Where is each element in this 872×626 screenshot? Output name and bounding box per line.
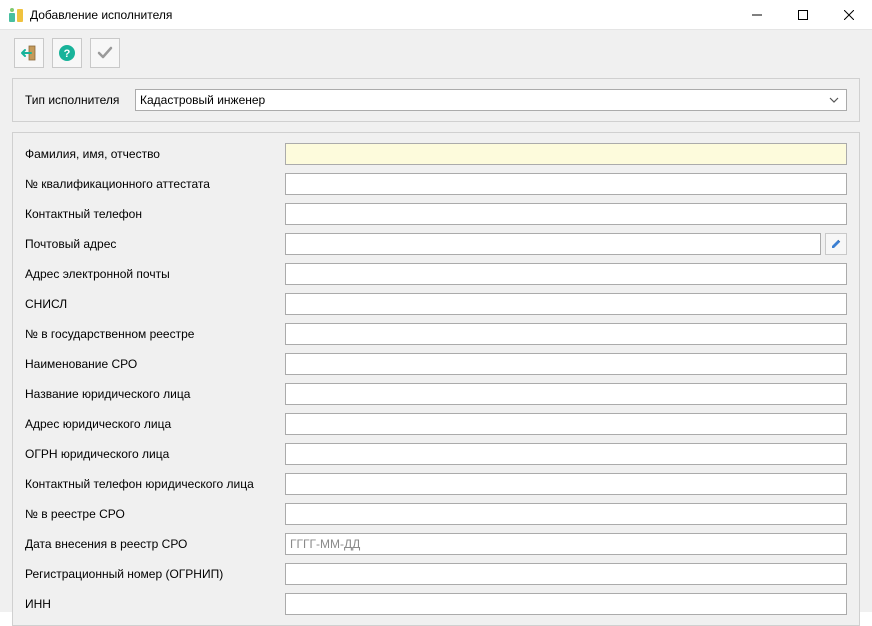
legalName-label: Название юридического лица (25, 387, 285, 401)
fields-group: Фамилия, имя, отчество № квалификационно… (12, 132, 860, 626)
close-button[interactable] (826, 0, 872, 29)
legalPhone-label: Контактный телефон юридического лица (25, 477, 285, 491)
app-icon (8, 7, 24, 23)
govreg-input[interactable] (285, 323, 847, 345)
post-label: Почтовый адрес (25, 237, 285, 251)
legalAddr-input[interactable] (285, 413, 847, 435)
exit-button[interactable] (14, 38, 44, 68)
window-controls (734, 0, 872, 29)
post-input[interactable] (285, 233, 821, 255)
type-label: Тип исполнителя (25, 93, 135, 107)
type-select-value: Кадастровый инженер (140, 93, 826, 107)
type-group: Тип исполнителя Кадастровый инженер (12, 78, 860, 122)
help-button[interactable]: ? (52, 38, 82, 68)
ogrn-label: ОГРН юридического лица (25, 447, 285, 461)
toolbar: ? (0, 30, 872, 70)
email-input[interactable] (285, 263, 847, 285)
ogrnip-label: Регистрационный номер (ОГРНИП) (25, 567, 285, 581)
phone-input[interactable] (285, 203, 847, 225)
chevron-down-icon (826, 95, 842, 105)
legalPhone-input[interactable] (285, 473, 847, 495)
email-label: Адрес электронной почты (25, 267, 285, 281)
cert-label: № квалификационного аттестата (25, 177, 285, 191)
govreg-label: № в государственном реестре (25, 327, 285, 341)
snils-label: СНИСЛ (25, 297, 285, 311)
window-title: Добавление исполнителя (30, 8, 172, 22)
sroDate-input[interactable] (285, 533, 847, 555)
fio-input[interactable] (285, 143, 847, 165)
sroName-input[interactable] (285, 353, 847, 375)
ogrnip-input[interactable] (285, 563, 847, 585)
content: Тип исполнителя Кадастровый инженер Фами… (0, 70, 872, 612)
ogrn-input[interactable] (285, 443, 847, 465)
confirm-button[interactable] (90, 38, 120, 68)
titlebar: Добавление исполнителя (0, 0, 872, 30)
sroReg-label: № в реестре СРО (25, 507, 285, 521)
type-select[interactable]: Кадастровый инженер (135, 89, 847, 111)
sroName-label: Наименование СРО (25, 357, 285, 371)
snils-input[interactable] (285, 293, 847, 315)
sroDate-label: Дата внесения в реестр СРО (25, 537, 285, 551)
sroReg-input[interactable] (285, 503, 847, 525)
legalName-input[interactable] (285, 383, 847, 405)
cert-input[interactable] (285, 173, 847, 195)
minimize-button[interactable] (734, 0, 780, 29)
legalAddr-label: Адрес юридического лица (25, 417, 285, 431)
post-edit-button[interactable] (825, 233, 847, 255)
fio-label: Фамилия, имя, отчество (25, 147, 285, 161)
phone-label: Контактный телефон (25, 207, 285, 221)
inn-label: ИНН (25, 597, 285, 611)
svg-text:?: ? (64, 48, 71, 60)
maximize-button[interactable] (780, 0, 826, 29)
